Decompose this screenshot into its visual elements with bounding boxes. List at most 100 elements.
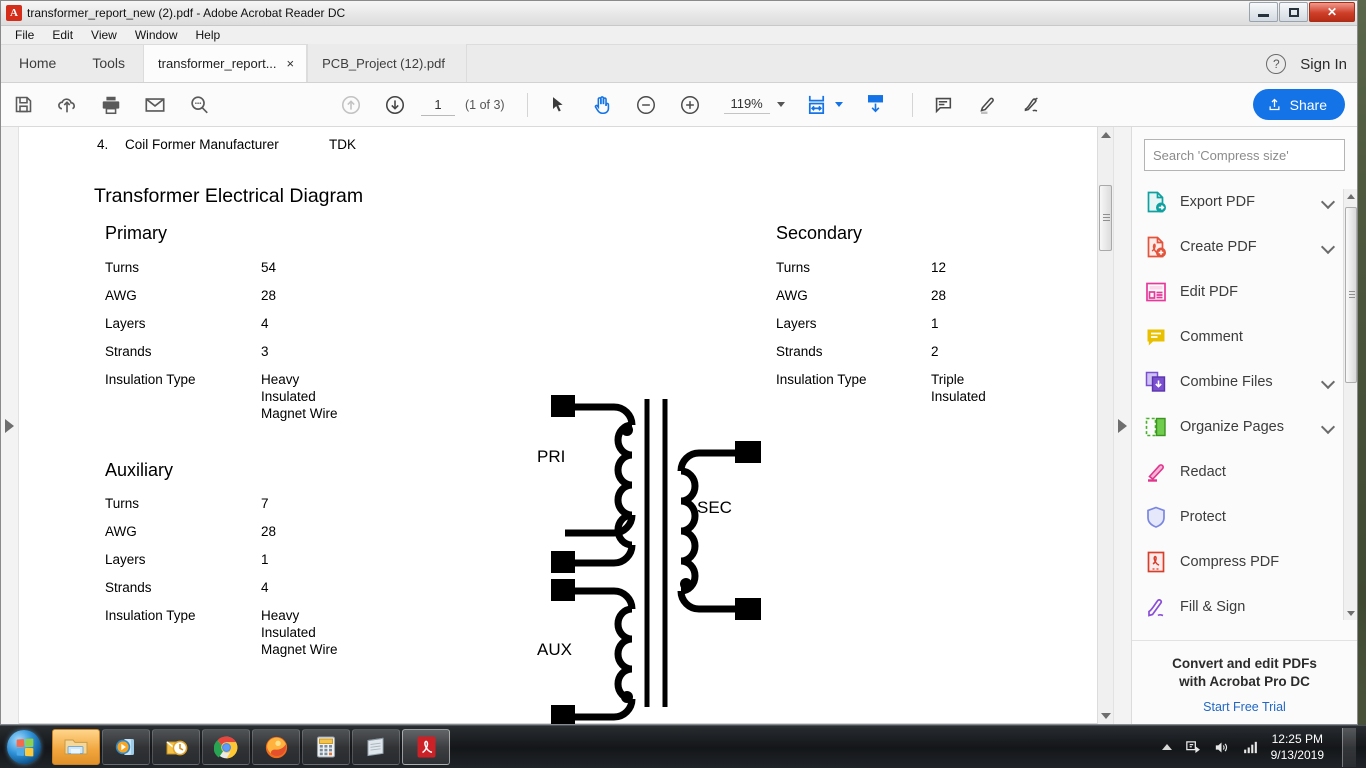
chevron-down-icon[interactable] [1322,375,1335,388]
field-value-awg: 28 [261,524,277,539]
zoom-out-button[interactable] [629,88,663,122]
close-icon[interactable]: × [285,56,297,71]
comment-button[interactable] [926,88,960,122]
previous-page-button[interactable] [334,88,368,122]
taskbar-firefox[interactable] [252,729,300,765]
tab-tools[interactable]: Tools [74,44,143,82]
window-controls: ✕ [1249,2,1355,22]
scroll-down-button[interactable] [1345,606,1357,620]
taskbar-clock[interactable]: 12:25 PM 9/13/2019 [1271,731,1324,763]
upload-cloud-button[interactable] [50,88,84,122]
menu-view[interactable]: View [83,26,125,44]
show-hidden-icons-button[interactable] [1161,744,1172,750]
restore-button[interactable] [1279,2,1308,22]
tool-item-protect[interactable]: Protect [1132,494,1343,539]
toolbar: 1 (1 of 3) 119% Share [1,83,1357,127]
navigation-pane-toggle[interactable] [1,127,19,724]
start-button[interactable] [2,727,46,767]
tool-item-comment[interactable]: Comment [1132,314,1343,359]
field-value-insulation-line1: Heavy [261,608,300,623]
show-desktop-button[interactable] [1342,727,1356,767]
taskbar-media-player[interactable] [102,729,150,765]
document-tab-pcb-project[interactable]: PCB_Project (12).pdf [307,44,468,82]
tool-item-redact[interactable]: Redact [1132,449,1343,494]
scroll-down-button[interactable] [1098,708,1113,724]
fill-sign-button[interactable] [1014,88,1048,122]
minimize-button[interactable] [1249,2,1278,22]
close-button[interactable]: ✕ [1309,2,1355,22]
next-page-button[interactable] [378,88,412,122]
taskbar-acrobat-reader[interactable] [402,729,450,765]
transformer-schematic: PRI SEC AUX [537,395,761,724]
share-button[interactable]: Share [1252,89,1345,120]
search-button[interactable] [182,88,216,122]
field-label-insulation: Insulation Type [105,372,196,387]
document-viewport[interactable]: 4. Coil Former Manufacturer TDK Transfor… [19,127,1113,724]
taskbar-calculator[interactable] [302,729,350,765]
tool-item-edit-pdf[interactable]: Edit PDF [1132,269,1343,314]
document-tab-transformer-report[interactable]: transformer_report... × [143,44,308,82]
field-value-turns: 54 [261,260,277,275]
chevron-down-icon[interactable] [1322,420,1335,433]
fit-width-control[interactable] [805,93,843,116]
menu-window[interactable]: Window [127,26,186,44]
menu-file[interactable]: File [7,26,42,44]
tools-search-input[interactable]: Search 'Compress size' [1144,139,1345,171]
share-upload-icon [1269,98,1280,111]
page-number-input[interactable]: 1 [421,94,455,116]
action-center-icon[interactable] [1184,739,1201,756]
chevron-down-icon [834,102,843,107]
save-button[interactable] [6,88,40,122]
field-value-insulation-line1: Heavy [261,372,300,387]
tools-pane-toggle[interactable] [1113,127,1131,724]
tab-home[interactable]: Home [1,44,74,82]
restore-icon [1288,7,1299,17]
chevron-right-icon [5,418,14,433]
export-pdf-icon [1144,190,1168,214]
taskbar-outlook[interactable] [152,729,200,765]
close-icon: ✕ [1326,5,1338,19]
tool-item-compress-pdf[interactable]: Compress PDF [1132,539,1343,584]
chevron-down-icon[interactable] [1322,240,1335,253]
tools-panel-scrollbar[interactable] [1343,189,1357,620]
taskbar-chrome[interactable] [202,729,250,765]
start-free-trial-link[interactable]: Start Free Trial [1144,700,1345,714]
network-icon[interactable] [1242,739,1259,756]
toolbar-view-group: 119% [536,88,898,122]
tools-panel: Search 'Compress size' Export PDF Create… [1131,127,1357,724]
sign-in-button[interactable]: Sign In [1300,56,1347,73]
desktop: A transformer_report_new (2).pdf - Adobe… [0,0,1366,768]
tool-item-organize-pages[interactable]: Organize Pages [1132,404,1343,449]
scroll-up-button[interactable] [1345,189,1357,203]
help-icon[interactable]: ? [1266,54,1287,74]
tool-item-create-pdf[interactable]: Create PDF [1132,224,1343,269]
scrollbar-thumb[interactable] [1099,185,1112,251]
taskbar-file-explorer[interactable] [52,729,100,765]
tool-item-fill-sign[interactable]: Fill & Sign [1132,584,1343,629]
volume-icon[interactable] [1213,739,1230,756]
scrolling-mode-button[interactable] [859,88,893,122]
tool-item-combine-files[interactable]: Combine Files [1132,359,1343,404]
select-tool-button[interactable] [541,88,575,122]
scrollbar-thumb[interactable] [1345,207,1357,383]
toolbar-annotate-group [921,88,1053,122]
create-pdf-icon [1144,235,1168,259]
field-label-turns: Turns [105,496,140,511]
field-value-strands: 3 [261,344,269,359]
chevron-down-icon[interactable] [1322,195,1335,208]
scroll-up-button[interactable] [1098,127,1113,143]
hand-tool-button[interactable] [585,88,619,122]
zoom-in-button[interactable] [673,88,707,122]
menu-help[interactable]: Help [188,26,229,44]
tool-label: Fill & Sign [1180,598,1246,615]
file-explorer-icon [64,739,88,755]
zoom-level-control[interactable]: 119% [723,96,785,114]
tool-item-export-pdf[interactable]: Export PDF [1132,179,1343,224]
print-button[interactable] [94,88,128,122]
document-scrollbar[interactable] [1097,127,1113,724]
document-tab-label: PCB_Project (12).pdf [322,55,445,71]
highlight-button[interactable] [970,88,1004,122]
taskbar-notepad[interactable] [352,729,400,765]
menu-edit[interactable]: Edit [44,26,81,44]
email-button[interactable] [138,88,172,122]
